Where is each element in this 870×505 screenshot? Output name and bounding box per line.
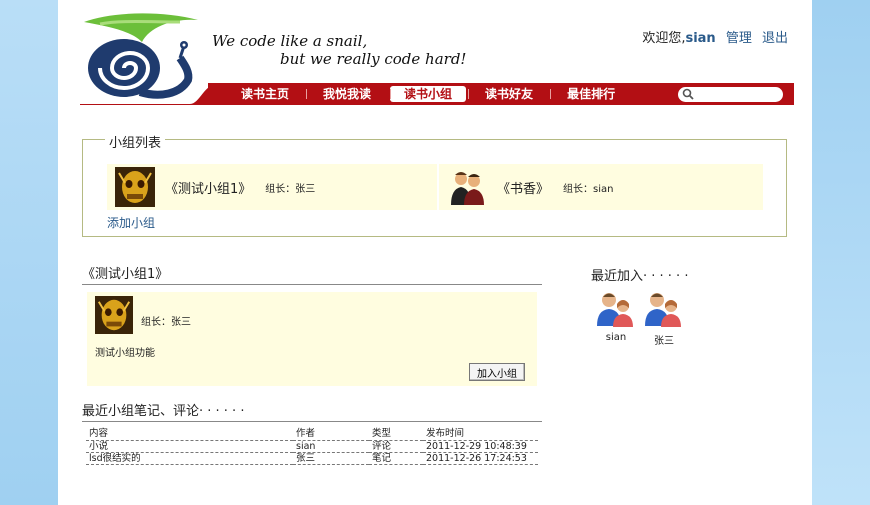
- slogan-line-2: but we really code hard!: [280, 50, 467, 68]
- group-owner: 组长：张三: [141, 317, 191, 328]
- page-container: We code like a snail, but we really code…: [58, 0, 812, 505]
- note-type: 评论: [369, 440, 423, 453]
- group-name[interactable]: 《书香》: [497, 178, 549, 197]
- member-name[interactable]: sian: [592, 332, 640, 343]
- user-pair-icon: [645, 293, 681, 327]
- group-card[interactable]: 《测试小组1》 组长：张三: [107, 164, 437, 210]
- search-icon: [682, 88, 694, 100]
- table-row[interactable]: lsd很结实的 张三 笔记 2011-12-26 17:24:53: [86, 452, 538, 465]
- background-left: [0, 0, 58, 505]
- admin-link[interactable]: 管理: [726, 31, 752, 46]
- background-right: [812, 0, 870, 505]
- navbar-curve: [80, 83, 220, 105]
- notes-table: 内容 作者 类型 发布时间 小说 sian 评论 2011-12-29 10:4…: [86, 428, 538, 465]
- golden-skull-avatar: [115, 167, 155, 207]
- user-pair-icon: [597, 293, 633, 327]
- group-description: 测试小组功能: [95, 348, 155, 359]
- slogan: We code like a snail, but we really code…: [212, 32, 466, 68]
- note-type: 笔记: [369, 452, 423, 465]
- welcome-text: 欢迎您,: [642, 31, 686, 46]
- note-time: 2011-12-26 17:24:53: [423, 452, 538, 465]
- group-detail-panel: 组长：张三 测试小组功能 加入小组: [87, 292, 537, 386]
- user-bar: 欢迎您,sian 管理 退出: [642, 27, 788, 46]
- people-avatar: [447, 167, 487, 207]
- member-name[interactable]: 张三: [640, 332, 688, 347]
- column-header: 作者: [293, 428, 369, 441]
- logout-link[interactable]: 退出: [762, 31, 788, 46]
- column-header: 发布时间: [423, 428, 538, 441]
- note-author[interactable]: sian: [293, 440, 369, 453]
- member-item[interactable]: sian: [592, 290, 640, 347]
- nav-top-rankings[interactable]: 最佳排行: [550, 86, 632, 102]
- note-time: 2011-12-29 10:48:39: [423, 440, 538, 453]
- group-owner: 组长：张三: [265, 183, 316, 195]
- column-header: 类型: [369, 428, 423, 441]
- add-group-link[interactable]: 添加小组: [107, 214, 155, 231]
- group-list-panel: 小组列表 《测试小组1》 组长：张三 《书香》 组长：sian 添加小组: [82, 132, 787, 237]
- note-author[interactable]: 张三: [293, 452, 369, 465]
- table-header-row: 内容 作者 类型 发布时间: [86, 428, 538, 441]
- search-input[interactable]: [678, 87, 783, 102]
- note-content-link[interactable]: lsd很结实的: [86, 452, 293, 465]
- group-detail-title: 《测试小组1》: [82, 267, 169, 282]
- nav-menu: 读书主页 我悦我读 读书小组 读书好友 最佳排行: [224, 83, 632, 105]
- nav-home[interactable]: 读书主页: [224, 86, 306, 102]
- note-content-link[interactable]: 小说: [86, 440, 293, 453]
- group-card[interactable]: 《书香》 组长：sian: [439, 164, 763, 210]
- nav-my-reading[interactable]: 我悦我读: [306, 86, 388, 102]
- member-item[interactable]: 张三: [640, 290, 688, 347]
- recent-joins-title: 最近加入· · · · · ·: [591, 269, 689, 284]
- column-header: 内容: [86, 428, 293, 441]
- group-name[interactable]: 《测试小组1》: [165, 178, 251, 197]
- nav-reading-friends[interactable]: 读书好友: [468, 86, 550, 102]
- nav-reading-groups[interactable]: 读书小组: [390, 86, 467, 102]
- notes-title: 最近小组笔记、评论· · · · · ·: [82, 404, 245, 419]
- group-list-legend: 小组列表: [105, 132, 166, 151]
- recent-members-list: sian 张三: [592, 290, 688, 347]
- slogan-line-1: We code like a snail,: [212, 32, 368, 50]
- table-row[interactable]: 小说 sian 评论 2011-12-29 10:48:39: [86, 440, 538, 453]
- golden-skull-avatar: [95, 296, 133, 334]
- join-group-button[interactable]: 加入小组: [469, 363, 525, 381]
- divider: [82, 421, 542, 422]
- group-owner: 组长：sian: [563, 183, 614, 195]
- divider: [82, 284, 542, 285]
- username: sian: [685, 31, 716, 46]
